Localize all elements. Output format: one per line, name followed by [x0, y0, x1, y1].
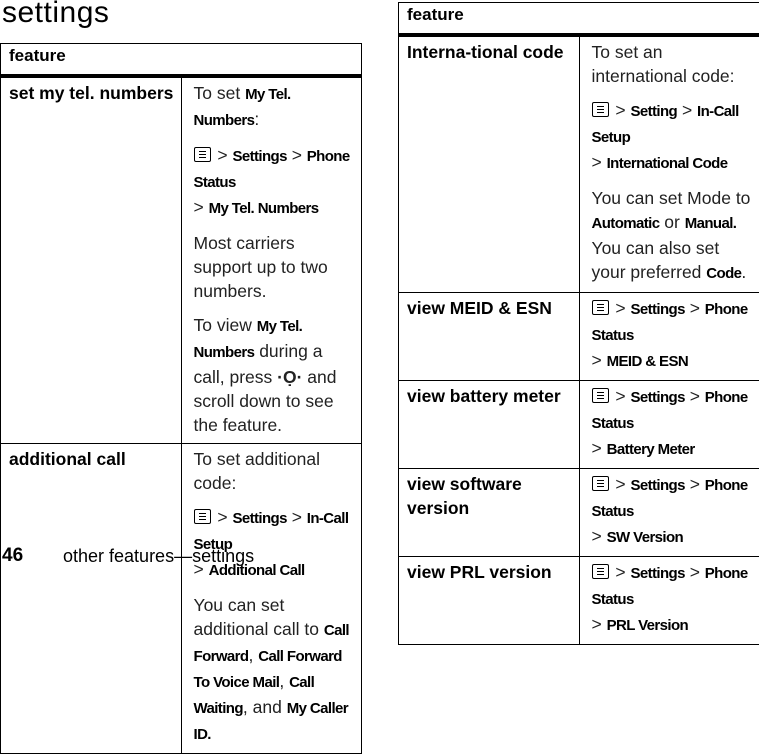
table-row: view MEID & ESN > Settings > Phone Statu…: [399, 293, 759, 381]
feature-description: To set additional code: > Settings > In-…: [181, 444, 362, 754]
description-paragraph: To view My Tel. Numbers during a call, p…: [194, 313, 358, 437]
menu-term: Setting: [630, 103, 677, 120]
menu-key-icon: [592, 476, 609, 491]
text: >: [287, 145, 307, 165]
table-row: Interna-tional codeTo set an internation…: [399, 35, 759, 293]
feature-name: Interna-tional code: [399, 35, 580, 293]
table-row: view battery meter > Settings > Phone St…: [399, 381, 759, 469]
description-paragraph: > Settings > Phone Status> MEID & ESN: [592, 296, 756, 374]
menu-term: My Tel. Numbers: [209, 200, 319, 217]
menu-key-icon: [592, 564, 609, 579]
menu-key-icon: [592, 300, 609, 315]
menu-key-icon: [592, 388, 609, 403]
menu-term: Settings: [630, 389, 684, 406]
menu-term: Settings: [630, 477, 684, 494]
menu-term: Automatic: [592, 215, 660, 232]
text: >: [194, 197, 209, 217]
text: ,: [248, 645, 258, 665]
feature-description: To set an international code: > Setting …: [579, 35, 759, 293]
description-paragraph: You can set Mode to Automatic or Manual.…: [592, 186, 756, 286]
menu-term: SW Version: [607, 529, 684, 546]
text: You can set additional call to: [194, 595, 324, 639]
feature-description: > Settings > Phone Status> Battery Meter: [579, 381, 759, 469]
table-row: view software version > Settings > Phone…: [399, 469, 759, 557]
description-paragraph: > Settings > Phone Status> My Tel. Numbe…: [194, 143, 358, 221]
description-paragraph: > Settings > Phone Status> PRL Version: [592, 560, 756, 638]
nav-key-icon: ·Ọ·: [277, 367, 302, 387]
table-header: feature: [399, 3, 759, 36]
menu-term: PRL Version: [607, 617, 689, 634]
text: >: [213, 145, 233, 165]
text: You can also set your preferred: [592, 238, 720, 282]
description-paragraph: To set My Tel. Numbers:: [194, 81, 358, 133]
text: Most carriers support up to two numbers.: [194, 233, 328, 301]
feature-description: > Settings > Phone Status> SW Version: [579, 469, 759, 557]
feature-description: > Settings > Phone Status> MEID & ESN: [579, 293, 759, 381]
feature-name: set my tel. numbers: [1, 76, 182, 444]
text: >: [685, 562, 705, 582]
feature-name: additional call: [1, 444, 182, 754]
description-paragraph: > Settings > Phone Status> SW Version: [592, 472, 756, 550]
text: >: [685, 474, 705, 494]
text: >: [213, 507, 233, 527]
text: >: [592, 350, 607, 370]
text: >: [611, 386, 631, 406]
text: >: [685, 386, 705, 406]
text: >: [287, 507, 307, 527]
menu-term: Code: [706, 265, 741, 282]
menu-term: Settings: [232, 510, 286, 527]
table-row: additional callTo set additional code: >…: [1, 444, 362, 754]
feature-name: view software version: [399, 469, 580, 557]
feature-name: view PRL version: [399, 557, 580, 645]
menu-term: Manual.: [685, 215, 737, 232]
page-title: settings: [2, 0, 109, 30]
text: >: [611, 100, 631, 120]
description-paragraph: Most carriers support up to two numbers.: [194, 231, 358, 303]
text: >: [592, 152, 607, 172]
section-title: other features—settings: [63, 546, 254, 567]
text: >: [685, 298, 705, 318]
text: ,: [279, 671, 289, 691]
description-paragraph: To set an international code:: [592, 40, 756, 88]
text: >: [592, 526, 607, 546]
text: :: [254, 109, 259, 129]
text: >: [592, 614, 607, 634]
menu-term: Settings: [232, 148, 286, 165]
menu-term: International Code: [607, 155, 728, 172]
text: >: [592, 438, 607, 458]
text: To set: [194, 83, 246, 103]
table-row: set my tel. numbersTo set My Tel. Number…: [1, 76, 362, 444]
text: To set additional code:: [194, 449, 320, 493]
table-header: feature: [1, 44, 362, 77]
menu-key-icon: [194, 147, 211, 162]
left-feature-table: feature set my tel. numbersTo set My Tel…: [0, 43, 362, 754]
feature-name: view MEID & ESN: [399, 293, 580, 381]
text: You can set Mode to: [592, 188, 751, 208]
text: >: [611, 474, 631, 494]
table-row: view PRL version > Settings > Phone Stat…: [399, 557, 759, 645]
right-feature-table: feature Interna-tional codeTo set an int…: [398, 2, 759, 645]
description-paragraph: > Settings > In-Call Setup> Additional C…: [194, 505, 358, 583]
page-number: 46: [2, 545, 23, 567]
text: , and: [243, 697, 287, 717]
menu-term: Settings: [630, 301, 684, 318]
feature-description: To set My Tel. Numbers: > Settings > Pho…: [181, 76, 362, 444]
text: or: [659, 212, 684, 232]
menu-key-icon: [592, 102, 609, 117]
description-paragraph: You can set additional call to Call Forw…: [194, 593, 358, 747]
description-paragraph: > Setting > In-Call Setup> International…: [592, 98, 756, 176]
menu-key-icon: [194, 509, 211, 524]
description-paragraph: To set additional code:: [194, 447, 358, 495]
text: >: [611, 562, 631, 582]
text: To view: [194, 315, 257, 335]
text: >: [611, 298, 631, 318]
menu-term: Battery Meter: [607, 441, 695, 458]
menu-term: MEID & ESN: [607, 353, 689, 370]
description-paragraph: > Settings > Phone Status> Battery Meter: [592, 384, 756, 462]
feature-description: > Settings > Phone Status> PRL Version: [579, 557, 759, 645]
text: >: [677, 100, 697, 120]
text: .: [741, 262, 746, 282]
feature-name: view battery meter: [399, 381, 580, 469]
text: To set an international code:: [592, 42, 735, 86]
